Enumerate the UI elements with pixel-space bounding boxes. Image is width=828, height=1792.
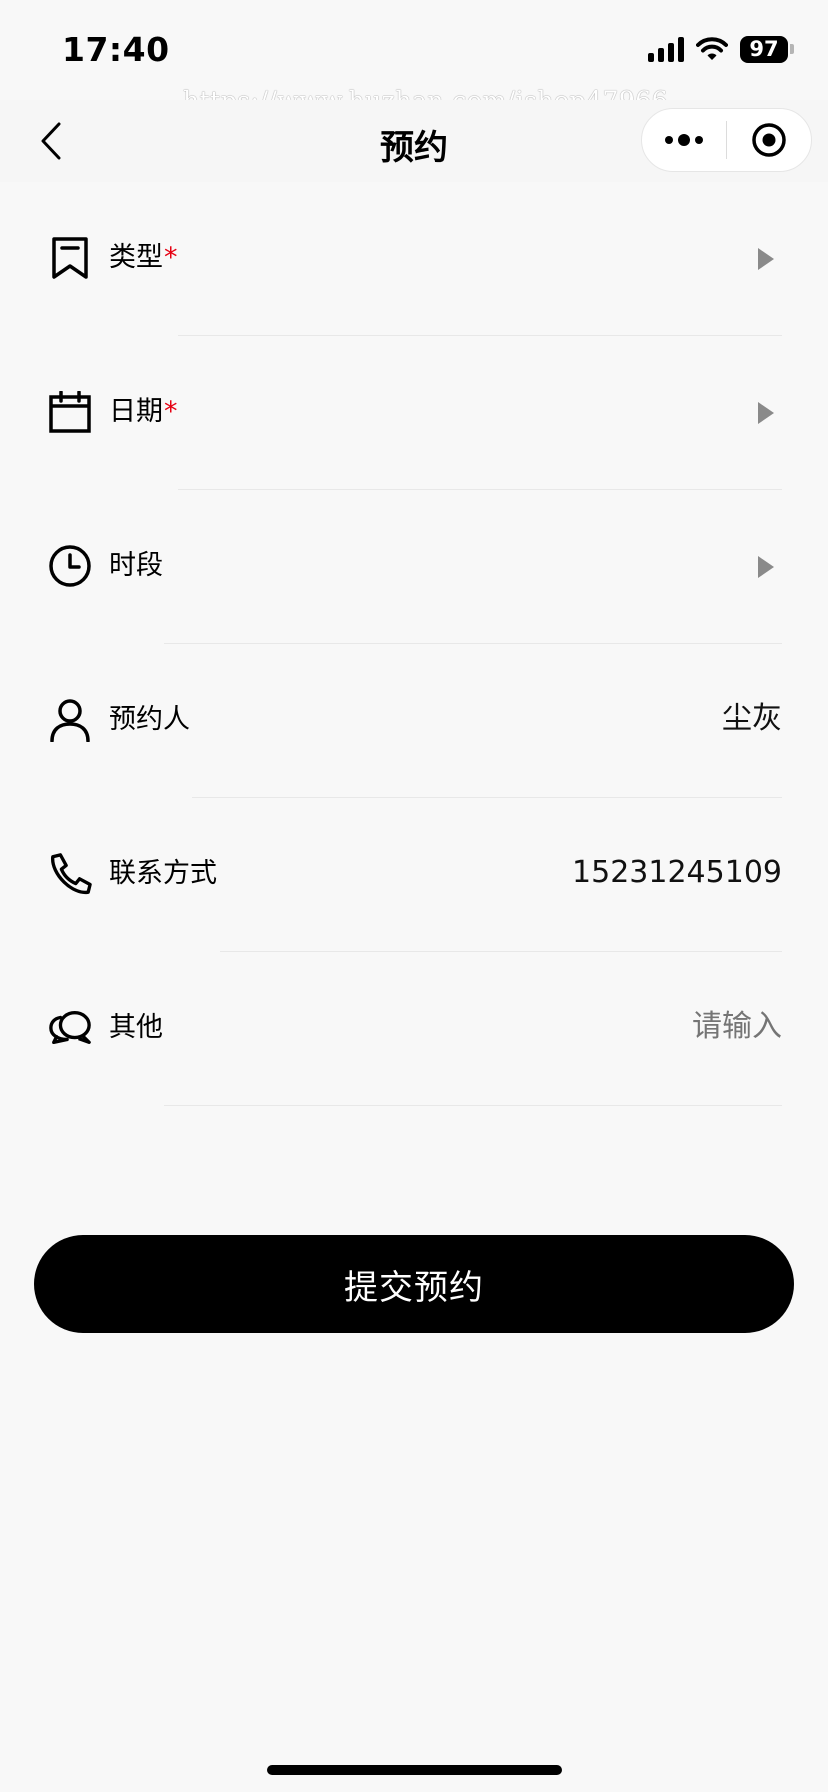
other-label: 其他 <box>109 1012 163 1043</box>
contact-label: 联系方式 <box>109 858 217 889</box>
status-icons: 97 <box>648 34 794 64</box>
booker-row[interactable]: 预约人 尘灰 <box>0 644 828 798</box>
chat-bubbles-icon <box>48 1006 92 1050</box>
bookmark-icon <box>48 236 92 280</box>
booking-form: 类型* 日期* 时段 预约人 尘灰 联系方式 15231245109 其他 请输… <box>0 182 828 1106</box>
contact-row[interactable]: 联系方式 15231245109 <box>0 798 828 952</box>
calendar-icon <box>48 390 92 434</box>
time-slot-row[interactable]: 时段 <box>0 490 828 644</box>
caret-right-icon <box>758 248 774 270</box>
booker-label: 预约人 <box>109 704 190 735</box>
required-mark: * <box>164 396 178 427</box>
status-time: 17:40 <box>62 30 170 69</box>
caret-right-icon <box>758 556 774 578</box>
date-row[interactable]: 日期* <box>0 336 828 490</box>
caret-right-icon <box>758 402 774 424</box>
user-icon <box>48 698 92 742</box>
clock-icon <box>48 544 92 588</box>
required-mark: * <box>164 242 178 273</box>
other-row[interactable]: 其他 <box>0 952 828 1106</box>
submit-booking-button[interactable]: 提交预约 <box>34 1235 794 1333</box>
type-label: 类型* <box>109 242 178 273</box>
type-row[interactable]: 类型* <box>0 182 828 336</box>
wifi-icon <box>696 37 728 60</box>
close-miniprogram-button[interactable] <box>727 109 811 171</box>
target-circle-icon <box>752 123 786 157</box>
battery-level: 97 <box>740 35 788 63</box>
signal-icon <box>648 36 684 62</box>
divider <box>164 1105 782 1106</box>
more-button[interactable] <box>642 109 726 171</box>
more-dots-icon <box>665 134 703 146</box>
other-input[interactable] <box>582 1008 782 1046</box>
booker-value: 尘灰 <box>722 701 782 736</box>
date-label: 日期* <box>109 396 178 427</box>
phone-icon <box>48 852 92 896</box>
time-slot-label: 时段 <box>109 550 163 581</box>
status-bar: 17:40 97 <box>0 0 828 100</box>
navigation-bar: 预约 <box>0 100 828 182</box>
booking-screen: 17:40 97 https://www.huzhan.com/ishop479… <box>0 0 828 1792</box>
miniprogram-capsule <box>641 108 812 172</box>
home-indicator <box>267 1765 562 1775</box>
battery-icon: 97 <box>740 35 794 63</box>
contact-value: 15231245109 <box>572 855 782 890</box>
